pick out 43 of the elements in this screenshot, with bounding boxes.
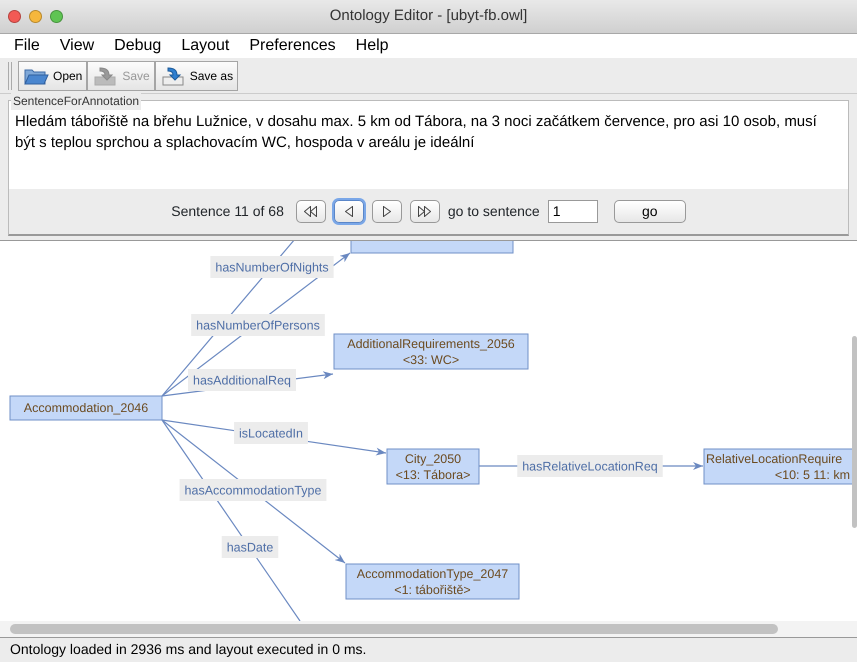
goto-label: go to sentence (448, 202, 540, 221)
go-button[interactable]: go (614, 200, 686, 222)
class-node[interactable]: AdditionalRequirements_2056 <33: WC> (334, 334, 528, 370)
edge-label[interactable]: isLocatedIn (234, 422, 308, 444)
edge-label[interactable]: hasDate (222, 536, 278, 558)
tray-icon (92, 64, 118, 86)
class-node[interactable]: AccommodationType_2047 <1: tábořiště> (346, 564, 520, 600)
class-node[interactable] (350, 241, 514, 254)
class-node[interactable]: Accommodation_2046 (10, 396, 162, 420)
previous-button[interactable] (334, 200, 364, 222)
status-bar: Ontology loaded in 2936 ms and layout executed in 0 ms. (0, 636, 857, 660)
fast-forward-icon (418, 206, 432, 216)
menu-item[interactable]: Help (346, 34, 399, 58)
zoom-icon[interactable] (50, 10, 63, 23)
horizontal-scrollbar[interactable] (10, 624, 778, 634)
class-node[interactable]: City_2050 <13: Tábora> (386, 448, 480, 484)
vertical-scrollbar[interactable] (852, 336, 857, 528)
edge-label[interactable]: hasNumberOfPersons (191, 314, 325, 336)
menu-item[interactable]: Debug (104, 34, 172, 58)
save-as-button[interactable]: Save as (154, 60, 238, 90)
open-button[interactable]: Open (18, 60, 88, 90)
sentence-counter: Sentence 11 of 68 (171, 202, 284, 220)
last-button[interactable] (410, 200, 440, 222)
sentence-number-field[interactable]: 1 (548, 200, 598, 222)
rewind-icon (304, 206, 318, 216)
class-node[interactable]: RelativeLocationRequire <10: 5 11: km (704, 448, 852, 484)
menu-item[interactable]: Preferences (239, 34, 346, 58)
close-icon[interactable] (8, 10, 21, 23)
edge-label[interactable]: hasAdditionalReq (188, 369, 296, 391)
menu-item[interactable]: File (4, 34, 50, 58)
next-button[interactable] (372, 200, 402, 222)
edge-label[interactable]: hasNumberOfNights (210, 256, 334, 278)
menu-item[interactable]: Layout (171, 34, 240, 58)
first-button[interactable] (296, 200, 326, 222)
left-triangle-icon (344, 206, 353, 216)
edge-label[interactable]: hasRelativeLocationReq (517, 455, 663, 477)
toolbar-grip[interactable] (8, 62, 12, 90)
tray-icon (160, 64, 186, 86)
menu-item[interactable]: View (50, 34, 104, 58)
edge-label[interactable]: hasAccommodationType (180, 479, 326, 501)
right-triangle-icon (382, 206, 391, 216)
window-title: Ontology Editor - [ubyt-fb.owl] (330, 6, 528, 26)
minimize-icon[interactable] (29, 10, 42, 23)
